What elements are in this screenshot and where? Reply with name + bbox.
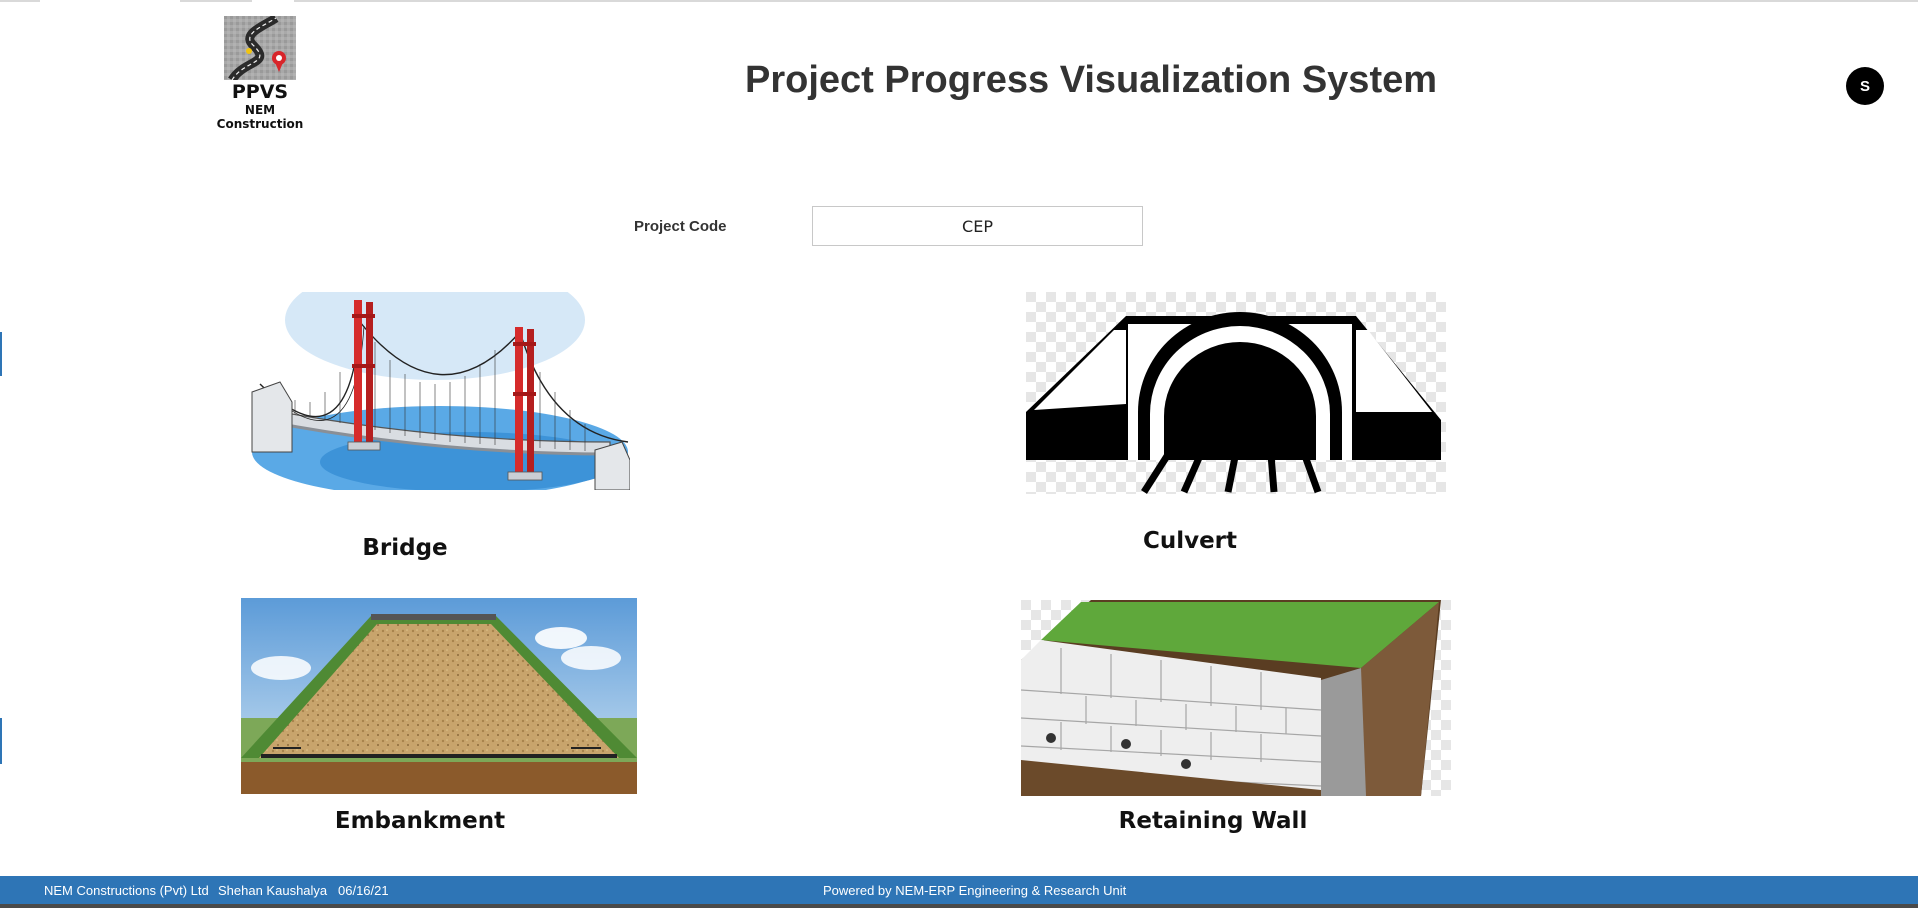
- selection-marker: [0, 718, 2, 764]
- project-code-label: Project Code: [634, 218, 727, 235]
- status-powered-by: Powered by NEM-ERP Engineering & Researc…: [823, 883, 1127, 898]
- window-taskbar-strip: [0, 904, 1918, 908]
- bridge-icon: [251, 292, 630, 490]
- status-bar: NEM Constructions (Pvt) Ltd Shehan Kaush…: [0, 876, 1918, 908]
- retaining-wall-label[interactable]: Retaining Wall: [1108, 808, 1318, 834]
- embankment-label[interactable]: Embankment: [330, 808, 510, 834]
- status-user: Shehan Kaushalya: [218, 883, 328, 898]
- culvert-label[interactable]: Culvert: [1110, 528, 1270, 554]
- culvert-image[interactable]: [1026, 292, 1446, 494]
- culvert-icon: [1026, 292, 1446, 494]
- tab-indicator: [252, 0, 294, 3]
- page-title: Project Progress Visualization System: [745, 59, 1438, 101]
- status-date: 06/16/21: [338, 883, 389, 898]
- embankment-image[interactable]: [241, 598, 637, 794]
- road-logo-icon: [224, 16, 296, 80]
- app-logo: PPVS NEM Construction: [200, 16, 320, 131]
- retaining-wall-icon: [1021, 600, 1451, 796]
- embankment-icon: [241, 598, 637, 794]
- selection-marker: [0, 332, 2, 376]
- logo-abbreviation: PPVS: [231, 81, 289, 103]
- tab-indicator: [40, 0, 180, 3]
- app-screen: PPVS NEM Construction Project Progress V…: [0, 0, 1918, 908]
- user-avatar[interactable]: S: [1846, 67, 1884, 105]
- bridge-label[interactable]: Bridge: [340, 535, 470, 561]
- status-company: NEM Constructions (Pvt) Ltd: [44, 883, 209, 898]
- bridge-image[interactable]: [250, 292, 630, 490]
- logo-company-name: NEM Construction: [216, 103, 304, 131]
- project-code-input[interactable]: [812, 206, 1143, 246]
- retaining-wall-image[interactable]: [1021, 600, 1451, 796]
